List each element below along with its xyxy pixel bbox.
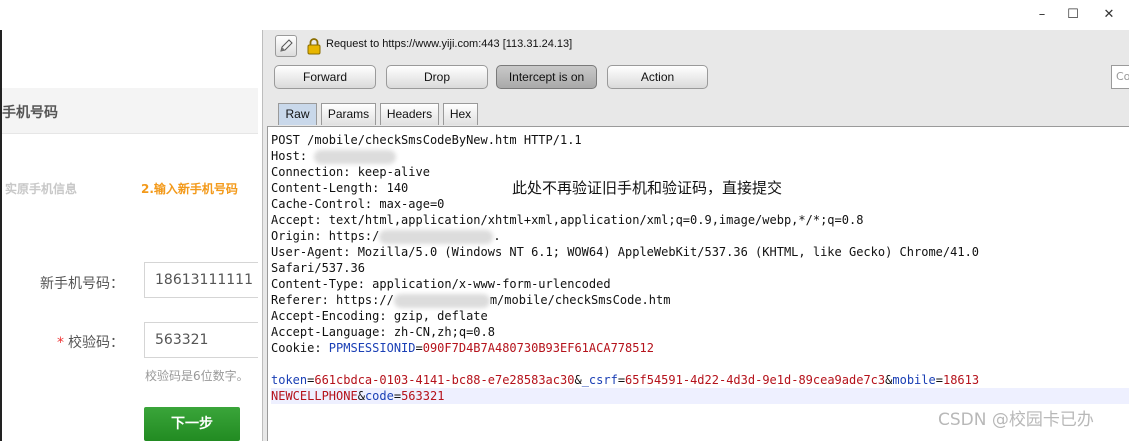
host-header: Host: [271,148,397,164]
request-body-line-1: token=661cbdca-0103-4141-bc88-e7e28583ac… [271,373,980,387]
burp-intercept-panel: Request to https://www.yiji.com:443 [113… [262,30,1129,441]
comment-input[interactable]: Co [1111,65,1129,89]
minimize-icon[interactable]: – [1027,4,1057,26]
section-header: 手机号码 [2,88,258,134]
step-2-label: 2.输入新手机号码 [141,182,238,196]
drop-button[interactable]: Drop [386,65,488,89]
screenshot-root: – ☐ ✕ 手机号码 实原手机信息 2.输入新手机号码 新手机号码： 18613… [0,0,1129,441]
content-length-header: Content-Length: 140 [271,181,409,195]
action-button[interactable]: Action [607,65,708,89]
raw-request-editor[interactable]: POST /mobile/checkSmsCodeByNew.htm HTTP/… [267,126,1129,441]
cookie-header: Cookie: PPMSESSIONID=090F7D4B7A480730B93… [271,341,654,355]
section-title: 手机号码 [2,105,58,121]
origin-header: Origin: https:/. [271,229,501,244]
request-line: POST /mobile/checkSmsCodeByNew.htm HTTP/… [271,133,582,147]
csdn-watermark: CSDN @校园卡已办 [938,410,1094,430]
accept-encoding-header: Accept-Encoding: gzip, deflate [271,309,488,323]
cache-control-header: Cache-Control: max-age=0 [271,197,445,211]
close-icon[interactable]: ✕ [1094,4,1124,26]
step-1-label: 实原手机信息 [5,182,78,196]
connection-header: Connection: keep-alive [271,165,430,179]
tab-raw[interactable]: Raw [278,103,317,125]
accept-language-header: Accept-Language: zh-CN,zh;q=0.8 [271,325,495,339]
new-phone-label: 新手机号码： [40,276,124,292]
referer-header: Referer: https://m/mobile/checkSmsCode.h… [271,293,671,308]
user-agent-continuation: Safari/537.36 [271,261,365,275]
code-hint: 校验码是6位数字。 [145,369,249,383]
required-marker: * [57,335,64,351]
redacted-referer [393,293,490,308]
user-agent-header: User-Agent: Mozilla/5.0 (Windows NT 6.1;… [271,245,980,259]
annotation-note: 此处不再验证旧手机和验证码，直接提交 [512,179,783,197]
pencil-icon [280,39,293,52]
accept-header: Accept: text/html,application/xhtml+xml,… [271,213,864,227]
content-type-header: Content-Type: application/x-www-form-url… [271,277,611,291]
window-title-bar: – ☐ ✕ [0,0,1129,30]
verify-code-label: * 校验码： [57,335,124,351]
request-body-line-2: NEWCELLPHONE&code=563321 [271,388,1129,404]
edit-pencil-icon[interactable] [275,35,297,57]
new-phone-input[interactable]: 18613111111 [144,262,258,298]
next-step-button[interactable]: 下一步 [144,407,240,441]
request-target-info: Request to https://www.yiji.com:443 [113… [326,38,573,50]
lock-icon [307,37,321,55]
forward-button[interactable]: Forward [274,65,376,89]
intercept-toggle-button[interactable]: Intercept is on [496,65,597,89]
web-page-panel: 手机号码 实原手机信息 2.输入新手机号码 新手机号码： 18613111111… [0,30,258,441]
tab-params[interactable]: Params [321,103,376,125]
redacted-origin [379,229,494,244]
maximize-icon[interactable]: ☐ [1058,4,1088,26]
verify-code-input[interactable]: 563321 [144,322,258,358]
tab-headers[interactable]: Headers [380,103,439,125]
redacted-host [314,149,397,164]
tab-hex[interactable]: Hex [443,103,478,125]
